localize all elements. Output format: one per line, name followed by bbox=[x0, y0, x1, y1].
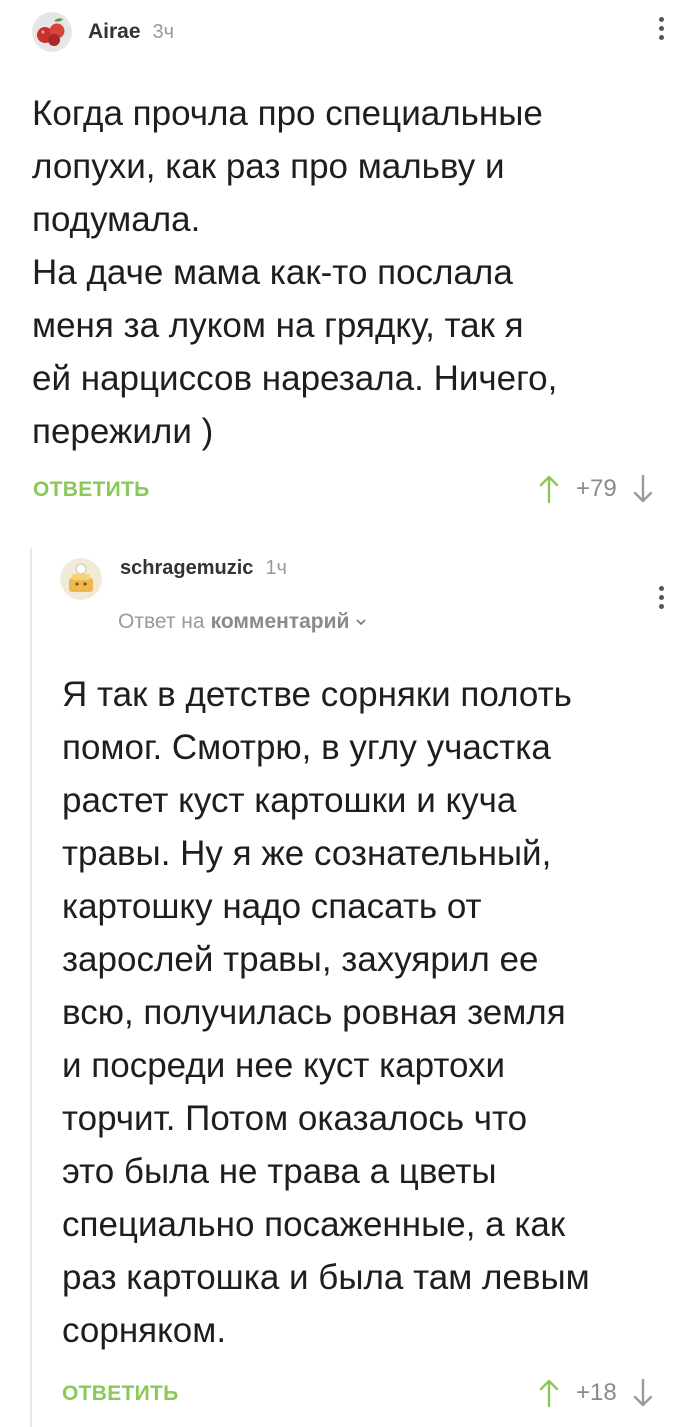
reply-to-line: Ответ на комментарий bbox=[118, 610, 367, 634]
arrow-down-icon[interactable] bbox=[632, 1378, 654, 1408]
comment-text: Я так в детстве сорняки полоть помог. См… bbox=[62, 668, 692, 1357]
comment-reply: schragemuzic 1ч Ответ на комментарий Я т… bbox=[0, 0, 700, 1427]
reply-button[interactable]: ОТВЕТИТЬ bbox=[62, 1382, 179, 1406]
reply-prefix: Ответ на bbox=[118, 610, 205, 634]
score: +18 bbox=[576, 1379, 622, 1407]
username[interactable]: schragemuzic bbox=[120, 557, 253, 580]
vote-control: +18 bbox=[538, 1378, 654, 1408]
arrow-up-icon[interactable] bbox=[538, 1378, 560, 1408]
avatar[interactable] bbox=[60, 558, 102, 600]
comment-header: schragemuzic 1ч bbox=[60, 562, 287, 596]
parent-comment-link[interactable]: комментарий bbox=[211, 610, 350, 634]
more-vertical-icon[interactable] bbox=[656, 586, 666, 609]
timestamp: 1ч bbox=[265, 557, 287, 580]
chevron-down-icon[interactable] bbox=[355, 614, 367, 630]
